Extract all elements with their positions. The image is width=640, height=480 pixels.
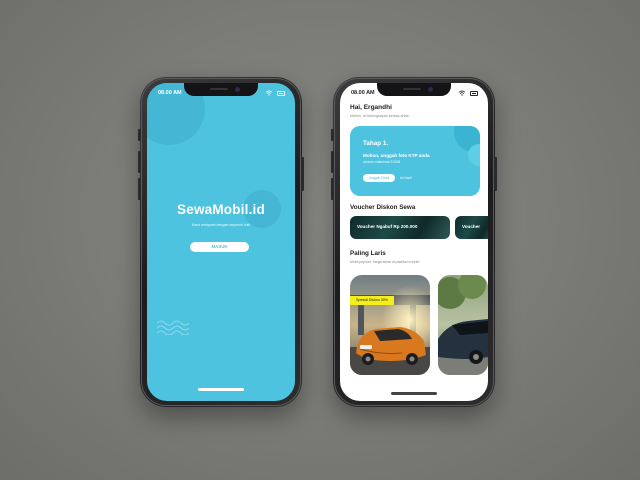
car-card[interactable]: Spesial Diskon 30% bbox=[350, 275, 430, 375]
voucher-section-title: Voucher Diskon Sewa bbox=[350, 204, 416, 211]
login-button[interactable]: MASUK bbox=[190, 242, 249, 252]
tagline: Kami melayani dengan sepenuh hati bbox=[191, 223, 251, 227]
status-time: 08.00 AM bbox=[351, 90, 375, 96]
voucher-label: Voucher Ngabuf Rp 200.000 bbox=[357, 224, 418, 229]
status-bar: 08.00 AM bbox=[340, 87, 488, 99]
car-photo bbox=[438, 275, 488, 375]
greeting-title: Hai, Ergandhi bbox=[350, 104, 392, 111]
upload-button[interactable]: Unggah Disini bbox=[363, 174, 395, 182]
status-time: 08.00 AM bbox=[158, 90, 182, 96]
status-bar: 08.00 AM bbox=[147, 87, 295, 99]
car-photo bbox=[350, 275, 430, 375]
splash-screen: 08.00 AM SewaMobil.id Kami melayani deng… bbox=[147, 83, 295, 401]
wifi-icon bbox=[265, 90, 273, 96]
volume-up-button bbox=[138, 151, 141, 173]
greeting-subtitle: Mohon, isi kelengkapan berkas anda bbox=[350, 114, 409, 118]
volume-up-button bbox=[331, 151, 334, 173]
waves-decor-icon bbox=[157, 320, 190, 335]
mute-switch bbox=[331, 129, 334, 141]
step-size-note: ukuran maksimal 2GMB bbox=[363, 160, 401, 164]
battery-icon bbox=[277, 90, 285, 96]
battery-icon bbox=[470, 90, 478, 96]
volume-down-button bbox=[331, 178, 334, 200]
voucher-card[interactable]: Voucher bbox=[455, 216, 488, 239]
phone-splash: 08.00 AM SewaMobil.id Kami melayani deng… bbox=[138, 77, 304, 407]
wifi-icon bbox=[458, 90, 466, 96]
home-indicator[interactable] bbox=[391, 392, 437, 395]
car-card[interactable] bbox=[438, 275, 488, 375]
step-instruction: Mohon, unggah foto KTP anda bbox=[363, 153, 430, 158]
home-screen: 08.00 AM Hai, Ergandhi Mohon, isi keleng… bbox=[340, 83, 488, 401]
decor-circle bbox=[468, 144, 480, 166]
home-indicator[interactable] bbox=[198, 388, 244, 391]
upload-step-card: Tahap 1. Mohon, unggah foto KTP anda uku… bbox=[350, 126, 480, 196]
popular-section-subtitle: Mobil populer, harga sewa di pastikan mu… bbox=[350, 260, 420, 264]
step-title: Tahap 1. bbox=[363, 140, 389, 147]
volume-down-button bbox=[138, 178, 141, 200]
power-button bbox=[301, 157, 304, 191]
voucher-label: Voucher bbox=[462, 224, 481, 229]
popular-section-title: Paling Laris bbox=[350, 250, 386, 257]
phone-home: 08.00 AM Hai, Ergandhi Mohon, isi keleng… bbox=[331, 77, 497, 407]
later-link[interactable]: Isi Nanti bbox=[400, 176, 412, 180]
promo-badge: Spesial Diskon 30% bbox=[350, 296, 394, 305]
brand-logo-text: SewaMobil.id bbox=[177, 202, 265, 217]
mute-switch bbox=[138, 129, 141, 141]
power-button bbox=[494, 157, 497, 191]
voucher-card[interactable]: Voucher Ngabuf Rp 200.000 bbox=[350, 216, 450, 239]
